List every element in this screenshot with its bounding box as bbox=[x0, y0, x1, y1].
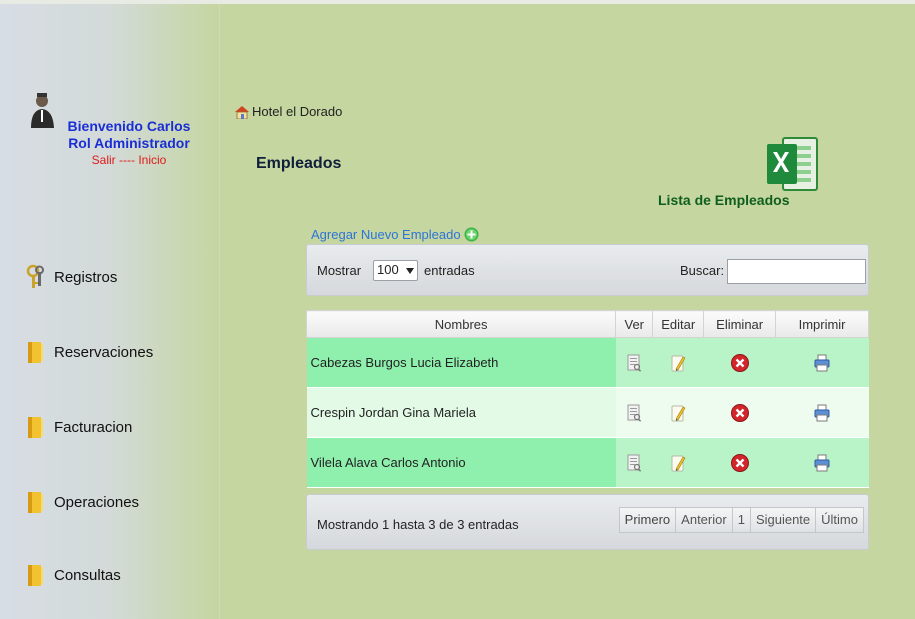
sidebar-item-consultas[interactable]: Consultas bbox=[26, 560, 121, 590]
search-label: Buscar: bbox=[680, 263, 725, 278]
pagination: Primero Anterior 1 Siguiente Último bbox=[618, 507, 864, 533]
link-separator: ---- bbox=[119, 153, 135, 167]
delete-icon[interactable] bbox=[730, 453, 750, 473]
pager-last-button[interactable]: Último bbox=[815, 507, 864, 533]
pager-next-button[interactable]: Siguiente bbox=[749, 507, 817, 533]
folder-icon bbox=[28, 565, 43, 586]
sidebar-item-reservaciones[interactable]: Reservaciones bbox=[26, 337, 153, 367]
print-cell bbox=[775, 337, 869, 388]
view-cell bbox=[615, 437, 653, 488]
edit-cell bbox=[652, 437, 704, 488]
delete-cell bbox=[703, 437, 776, 488]
page-length-value: 100 bbox=[377, 262, 399, 277]
entries-label: entradas bbox=[424, 263, 475, 278]
delete-icon[interactable] bbox=[730, 353, 750, 373]
column-header-ver[interactable]: Ver bbox=[615, 310, 654, 338]
search-input[interactable] bbox=[727, 259, 866, 284]
plus-circle-icon bbox=[464, 227, 479, 242]
table-info: Mostrando 1 hasta 3 de 3 entradas bbox=[317, 517, 519, 532]
table-row: Vilela Alava Carlos Antonio bbox=[306, 437, 869, 488]
pager-prev-button[interactable]: Anterior bbox=[675, 507, 733, 533]
delete-cell bbox=[703, 387, 776, 438]
sidebar-item-label: Operaciones bbox=[54, 493, 140, 511]
folder-icon bbox=[28, 417, 43, 438]
view-document-icon[interactable] bbox=[624, 403, 644, 423]
view-cell bbox=[615, 337, 653, 388]
edit-pencil-icon[interactable] bbox=[668, 453, 688, 473]
print-icon[interactable] bbox=[812, 353, 832, 373]
edit-pencil-icon[interactable] bbox=[668, 403, 688, 423]
sidebar-item-label: Registros bbox=[54, 268, 118, 286]
table-row: Cabezas Burgos Lucia Elizabeth bbox=[306, 337, 869, 388]
column-header-eliminar[interactable]: Eliminar bbox=[703, 310, 777, 338]
edit-pencil-icon[interactable] bbox=[668, 353, 688, 373]
print-icon[interactable] bbox=[812, 453, 832, 473]
page-title: Empleados bbox=[256, 155, 342, 172]
keys-icon bbox=[26, 264, 44, 288]
breadcrumb[interactable]: Hotel el Dorado bbox=[234, 104, 342, 119]
employee-name: Cabezas Burgos Lucia Elizabeth bbox=[306, 337, 616, 388]
sidebar-item-label: Consultas bbox=[54, 566, 121, 584]
edit-cell bbox=[652, 337, 704, 388]
sidebar-item-label: Reservaciones bbox=[54, 343, 154, 361]
view-cell bbox=[615, 387, 653, 438]
table-toolbar: Mostrar 100 entradas Buscar: bbox=[306, 244, 869, 296]
logout-link[interactable]: Salir bbox=[92, 153, 116, 167]
sidebar-item-label: Facturacion bbox=[54, 418, 133, 436]
add-employee-label: Agregar Nuevo Empleado bbox=[311, 227, 461, 242]
table-row: Crespin Jordan Gina Mariela bbox=[306, 387, 869, 438]
delete-icon[interactable] bbox=[730, 403, 750, 423]
folder-icon bbox=[28, 492, 43, 513]
print-icon[interactable] bbox=[812, 403, 832, 423]
main-content: Hotel el Dorado Empleados Lista de Emple… bbox=[222, 4, 915, 619]
sidebar-item-registros[interactable]: Registros bbox=[26, 262, 117, 292]
table-footer: Mostrando 1 hasta 3 de 3 entradas Primer… bbox=[306, 494, 869, 550]
employee-name: Crespin Jordan Gina Mariela bbox=[306, 387, 616, 438]
excel-icon[interactable] bbox=[765, 134, 819, 194]
column-header-nombres[interactable]: Nombres bbox=[305, 310, 617, 338]
session-links: Salir ---- Inicio bbox=[54, 152, 204, 169]
sidebar-item-facturacion[interactable]: Facturacion bbox=[26, 412, 132, 442]
home-icon bbox=[235, 105, 249, 119]
column-header-editar[interactable]: Editar bbox=[652, 310, 705, 338]
table-header-row: Nombres Ver Editar Eliminar Imprimir bbox=[305, 310, 869, 338]
add-employee-link[interactable]: Agregar Nuevo Empleado bbox=[311, 227, 479, 242]
pager-page-1[interactable]: 1 bbox=[731, 507, 751, 533]
view-document-icon[interactable] bbox=[624, 453, 644, 473]
user-icon bbox=[31, 93, 54, 128]
user-info: Bienvenido Carlos Rol Administrador Sali… bbox=[54, 118, 204, 169]
employee-name: Vilela Alava Carlos Antonio bbox=[306, 437, 616, 488]
view-document-icon[interactable] bbox=[624, 353, 644, 373]
page-length-select[interactable]: 100 bbox=[373, 260, 418, 281]
sidebar: Bienvenido Carlos Rol Administrador Sali… bbox=[0, 4, 220, 619]
welcome-text: Bienvenido Carlos bbox=[67, 118, 191, 134]
sidebar-item-operaciones[interactable]: Operaciones bbox=[26, 487, 139, 517]
employees-table-wrapper: Mostrar 100 entradas Buscar: Nombres Ver… bbox=[305, 244, 869, 550]
show-label: Mostrar bbox=[317, 263, 362, 278]
print-cell bbox=[775, 387, 869, 438]
employees-table: Nombres Ver Editar Eliminar Imprimir Cab… bbox=[305, 310, 869, 488]
folder-icon bbox=[28, 342, 43, 363]
chevron-down-icon bbox=[406, 268, 414, 274]
breadcrumb-label: Hotel el Dorado bbox=[252, 104, 343, 119]
pager-first-button[interactable]: Primero bbox=[618, 507, 677, 533]
delete-cell bbox=[703, 337, 776, 388]
role-text: Rol Administrador bbox=[68, 135, 190, 151]
print-cell bbox=[775, 437, 869, 488]
home-link[interactable]: Inicio bbox=[138, 153, 166, 167]
edit-cell bbox=[652, 387, 704, 438]
column-header-imprimir[interactable]: Imprimir bbox=[775, 310, 869, 338]
excel-export-label[interactable]: Lista de Empleados bbox=[658, 192, 789, 208]
